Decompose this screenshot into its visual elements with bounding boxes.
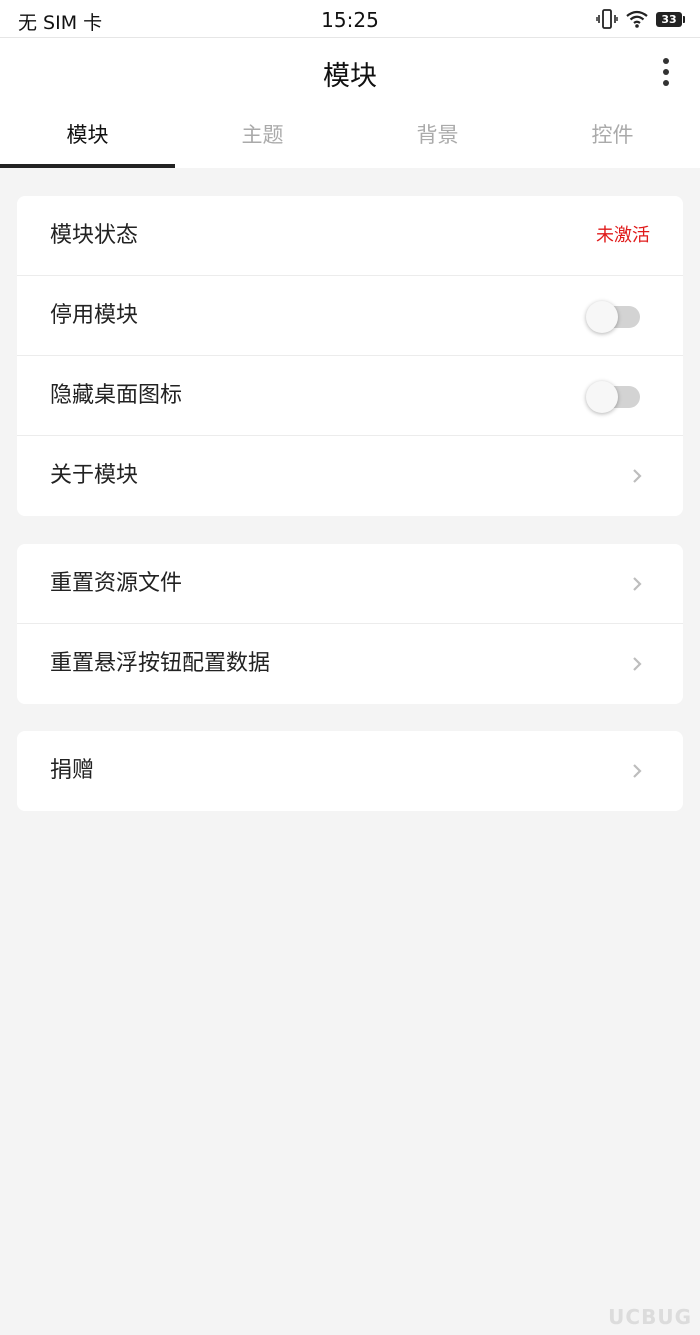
donate-row[interactable]: 捐赠 (17, 731, 683, 811)
donate-label: 捐赠 (50, 758, 95, 783)
reset-resources-label: 重置资源文件 (50, 571, 183, 596)
hide-icon-label: 隐藏桌面图标 (50, 383, 183, 408)
battery-icon: 33 (656, 11, 685, 27)
hide-icon-row[interactable]: 隐藏桌面图标 (17, 356, 683, 436)
status-icons: 33 (596, 6, 685, 32)
clock: 15:25 (321, 8, 379, 32)
tab-module[interactable]: 模块 (0, 106, 175, 168)
reset-float-button-label: 重置悬浮按钮配置数据 (50, 651, 271, 676)
about-module-row[interactable]: 关于模块 (17, 436, 683, 516)
status-bar: 无 SIM 卡 15:25 33 (0, 0, 700, 38)
reset-resources-row[interactable]: 重置资源文件 (17, 544, 683, 624)
disable-module-label: 停用模块 (50, 303, 139, 328)
settings-card-reset: 重置资源文件 重置悬浮按钮配置数据 (17, 544, 683, 704)
hide-icon-toggle[interactable] (586, 381, 640, 413)
tab-widget[interactable]: 控件 (525, 106, 700, 168)
page-title: 模块 (323, 61, 377, 92)
wifi-icon (626, 10, 648, 28)
about-module-label: 关于模块 (50, 463, 139, 488)
vibrate-icon (596, 9, 618, 29)
more-options-icon[interactable] (652, 52, 680, 92)
module-status-label: 模块状态 (50, 223, 139, 248)
chevron-right-icon (633, 764, 642, 778)
disable-module-toggle[interactable] (586, 301, 640, 333)
module-status-value: 未激活 (596, 225, 650, 246)
chevron-right-icon (633, 657, 642, 671)
settings-card-donate: 捐赠 (17, 731, 683, 811)
tab-background[interactable]: 背景 (350, 106, 525, 168)
settings-card-module: 模块状态 未激活 停用模块 隐藏桌面图标 关于模块 (17, 196, 683, 516)
app-bar: 模块 (0, 38, 700, 106)
tab-bar: 模块 主题 背景 控件 (0, 106, 700, 168)
module-status-row: 模块状态 未激活 (17, 196, 683, 276)
disable-module-row[interactable]: 停用模块 (17, 276, 683, 356)
watermark-logo: UCBUG (608, 1305, 692, 1329)
tab-theme[interactable]: 主题 (175, 106, 350, 168)
chevron-right-icon (633, 577, 642, 591)
reset-float-button-row[interactable]: 重置悬浮按钮配置数据 (17, 624, 683, 704)
chevron-right-icon (633, 469, 642, 483)
